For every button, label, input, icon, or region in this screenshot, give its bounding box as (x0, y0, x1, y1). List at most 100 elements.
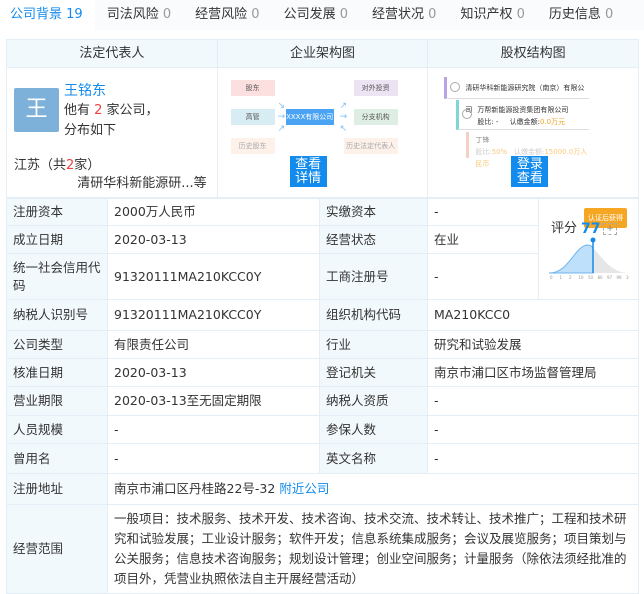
tab-label: 知识产权 (460, 7, 513, 22)
score-value: 77 (581, 221, 601, 237)
table-row: 核准日期 2020-03-13 登记机关 南京市浦口区市场监督管理局 (6, 358, 639, 387)
tab-count: 19 (66, 7, 83, 22)
field-label: 注册资本 (6, 198, 108, 226)
table-row: 曾用名 - 英文名称 - (6, 443, 639, 474)
tab-bar: 公司背景 19 司法风险 0 经营风险 0 公司发展 0 经营状况 0 知识产权 0 历史信… (0, 0, 644, 30)
table-row: 经营范围 一般项目：技术服务、技术开发、技术咨询、技术交流、技术转让、技术推广；工… (6, 504, 639, 594)
equity-root: 清研华科新能源研究院（南京）有限公司 (444, 77, 590, 114)
tab-label: 历史信息 (548, 7, 601, 22)
field-value: - (427, 415, 639, 444)
score-tick-label: 2 (569, 275, 572, 279)
field-value: - (427, 198, 539, 226)
field-value: - (427, 443, 639, 474)
field-value: - (107, 415, 320, 444)
field-label: 实缴资本 (319, 198, 428, 226)
table-row: 公司类型 有限责任公司 行业 研究和试验发展 (6, 330, 639, 359)
tab-count: 0 (428, 7, 437, 22)
info-table: 注册资本 2000万人民币 实缴资本 - 认证后获得 评分 77 + 0 1 2 10… (6, 198, 639, 594)
field-value: - (427, 253, 539, 300)
field-value: MA210KCC0 (427, 299, 639, 331)
field-label: 登记机关 (319, 358, 428, 387)
tab-count: 0 (516, 7, 525, 22)
field-label: 组织机构代码 (319, 299, 428, 331)
score-tick-label: 100 (626, 275, 629, 279)
score-tick-label: 0 (550, 275, 553, 279)
field-label: 经营状态 (319, 225, 428, 254)
equity-cell: 清研华科新能源研究院（南京）有限公司 万帮新能源投资集团有限公司 股比: - 认缴… (428, 68, 638, 197)
business-scope-value: 一般项目：技术服务、技术开发、技术咨询、技术交流、技术转让、技术推广；工程和技术… (107, 504, 639, 594)
table-row: 营业期限 2020-03-13至无固定期限 纳税人资质 - (6, 386, 639, 416)
tab-6[interactable]: 历史信息 0 (537, 0, 625, 30)
tab-count: 0 (605, 7, 614, 22)
tab-label: 公司背景 (10, 7, 63, 22)
login-view-button[interactable]: 登录查看 (511, 156, 549, 187)
score-tick-label: 99 (617, 275, 623, 279)
field-value: 有限责任公司 (107, 330, 320, 359)
field-label: 营业期限 (6, 386, 108, 416)
legal-rep-name[interactable]: 王铭东 (64, 80, 106, 100)
field-label: 注册地址 (6, 473, 108, 505)
equity-sub: 万帮新能源投资集团有限公司 股比: - 认缴金额:0.0万元 (456, 100, 590, 130)
score-label: 评分 (551, 221, 578, 236)
field-label: 经营范围 (6, 504, 108, 594)
address-value: 南京市浦口区丹桂路22号-32 (114, 481, 276, 496)
arrow-icon: ↘ (277, 101, 286, 111)
arch-header: 企业架构图 (218, 40, 429, 67)
field-label: 英文名称 (319, 443, 428, 474)
table-row: 注册地址 南京市浦口区丹桂路22号-32 附近公司 (6, 473, 639, 505)
score-distribution-chart: 0 1 2 1050 8097 99100 (549, 237, 629, 279)
score-plus-button[interactable]: + (603, 223, 617, 235)
tab-label: 司法风险 (106, 7, 159, 22)
field-label: 统一社会信用代码 (6, 253, 108, 300)
field-value: 研究和试验发展 (427, 330, 639, 359)
field-label: 纳税人资质 (319, 386, 428, 416)
tab-label: 经营状况 (372, 7, 425, 22)
field-label: 工商注册号 (319, 253, 428, 300)
nearby-companies-link[interactable]: 附近公司 (279, 481, 329, 496)
field-value: 南京市浦口区市场监督管理局 (427, 358, 639, 387)
province-count: 江苏（共2家） (14, 158, 101, 173)
table-row: 人员规模 - 参保人数 - (6, 415, 639, 444)
field-value: - (107, 443, 320, 474)
arch-box-hist-shareholder: 历史股东 (230, 138, 275, 154)
tab-4[interactable]: 经营状况 0 (360, 0, 448, 30)
field-value: 在业 (427, 225, 539, 254)
legal-rep-desc: 他有 2 家公司，分布如下 (64, 103, 159, 138)
field-value: - (427, 386, 639, 416)
tab-3[interactable]: 公司发展 0 (272, 0, 360, 30)
arch-box-branch: 分支机构 (353, 109, 398, 125)
arch-cell: 股东 高管 历史股东 XXXX有限公司 对外投资 分支机构 历史法定代表人 ↘ … (218, 68, 429, 197)
field-value: 2020-03-13 (107, 358, 320, 387)
field-value: 2020-03-13至无固定期限 (107, 386, 320, 416)
legal-rep-header: 法定代表人 (7, 40, 218, 67)
view-details-button[interactable]: 查看详情 (289, 156, 327, 187)
score-tick-label: 10 (579, 275, 585, 279)
tab-0[interactable]: 公司背景 19 (0, 0, 95, 30)
tab-1[interactable]: 司法风险 0 (95, 0, 183, 30)
tab-count: 0 (162, 7, 172, 22)
arrow-icon: → (339, 112, 348, 122)
field-label: 成立日期 (6, 225, 108, 254)
score-tick-label: 50 (588, 275, 594, 279)
field-label: 人员规模 (6, 415, 108, 444)
arrow-icon: ↗ (339, 101, 348, 111)
field-value: 2020-03-13 (107, 225, 320, 254)
summary-panel: 法定代表人 企业架构图 股权结构图 王 王铭东 他有 2 家公司，分布如下 江苏… (6, 39, 639, 198)
tab-2[interactable]: 经营风险 0 (183, 0, 271, 30)
field-label: 核准日期 (6, 358, 108, 387)
field-value: 2000万人民币 (107, 198, 320, 226)
arch-box-company: XXXX有限公司 (285, 109, 334, 125)
arch-box-shareholder: 股东 (230, 80, 275, 96)
related-company-link[interactable]: 清研华科新能源研...等 (77, 172, 206, 191)
score-tick-label: 97 (607, 275, 613, 279)
arrow-icon: ↗ (277, 124, 286, 134)
score-cell: 认证后获得 评分 77 + 0121050809799100 (538, 198, 639, 300)
field-label: 公司类型 (6, 330, 108, 359)
score-tick-label: 80 (598, 275, 604, 279)
tab-5[interactable]: 知识产权 0 (448, 0, 536, 30)
field-value: 91320111MA210KCC0Y (107, 299, 320, 331)
field-label: 纳税人识别号 (6, 299, 108, 331)
tab-label: 经营风险 (195, 7, 248, 22)
tab-count: 0 (251, 7, 260, 22)
field-label: 曾用名 (6, 443, 108, 474)
